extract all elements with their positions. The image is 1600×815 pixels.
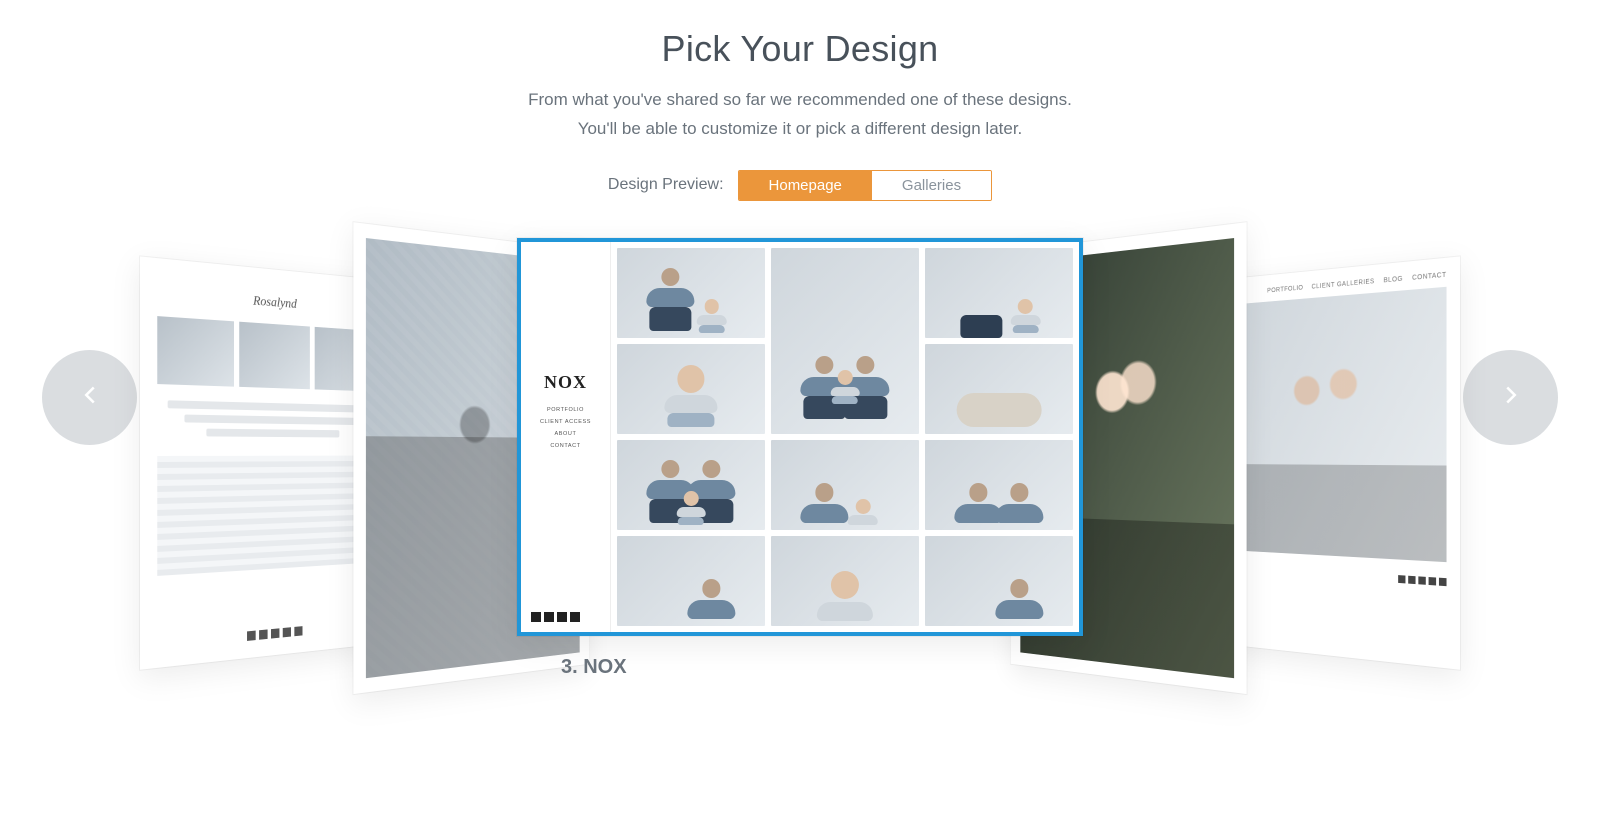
design-card-nox[interactable]: NOX PORTFOLIO CLIENT ACCESS ABOUT CONTAC… [517,238,1083,636]
carousel-next-button[interactable] [1463,350,1558,445]
toggle-label: Design Preview: [608,176,724,194]
page-title: Pick Your Design [0,28,1600,70]
template-nav-item: BLOG [1384,276,1403,285]
subtitle-line-2: You'll be able to customize it or pick a… [578,119,1023,138]
template-nav-item: ABOUT [555,431,577,437]
selected-design-caption: 3. NOX [517,656,1083,679]
carousel-prev-button[interactable] [42,350,137,445]
template-nav-item: CONTACT [1412,272,1446,282]
template-nav-item: CLIENT ACCESS [540,419,591,425]
template-nav-item: CLIENT GALLERIES [1312,278,1375,290]
subtitle-line-1: From what you've shared so far we recomm… [528,90,1072,109]
design-carousel: Rosalynd ROSE PORTFOLIO CLIENT GALLERIES… [0,228,1600,788]
tab-homepage[interactable]: Homepage [739,171,872,200]
template-nav-item: PORTFOLIO [1267,285,1303,295]
preview-toggle: Homepage Galleries [738,170,993,201]
template-brand: NOX [544,372,587,393]
chevron-left-icon [75,380,105,415]
template-gallery-grid [611,242,1079,632]
template-nav-item: PORTFOLIO [547,407,584,413]
page-subtitle: From what you've shared so far we recomm… [0,86,1600,144]
template-nav-item: CONTACT [550,443,580,449]
template-logo: Rosalynd [253,294,297,313]
tab-galleries[interactable]: Galleries [872,171,991,200]
chevron-right-icon [1496,380,1526,415]
social-icons [531,612,580,622]
